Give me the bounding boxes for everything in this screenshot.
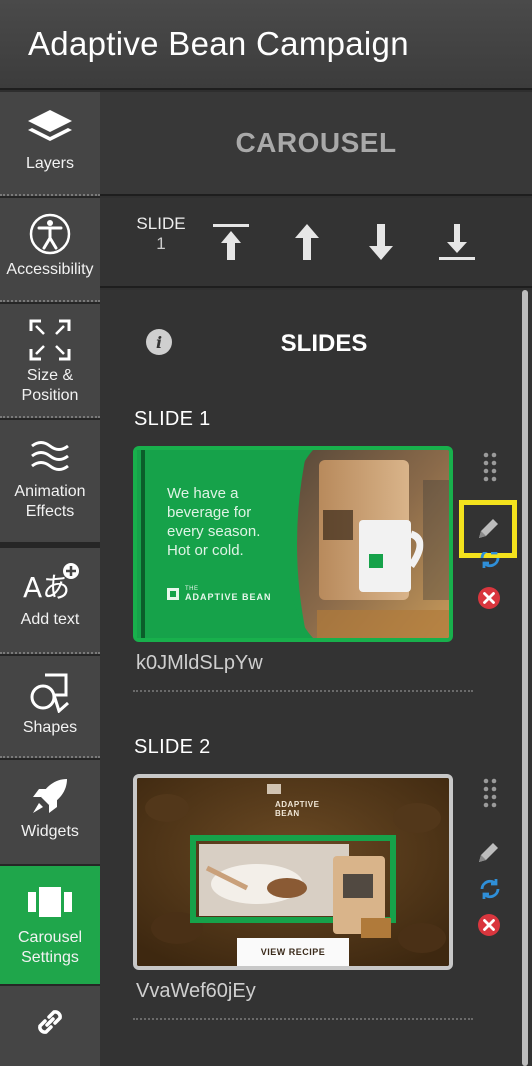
- sidebar-item-link[interactable]: [0, 986, 100, 1066]
- slide-2-refresh-button[interactable]: [475, 874, 505, 904]
- sidebar-item-layers[interactable]: Layers: [0, 92, 100, 196]
- slide-2-edit-button[interactable]: [473, 838, 503, 868]
- slide-2-delete-button[interactable]: [474, 910, 504, 940]
- sidebar-item-widgets[interactable]: Widgets: [0, 760, 100, 864]
- move-to-top-icon: [213, 224, 249, 260]
- slide-1-drag-handle[interactable]: [475, 452, 505, 482]
- sidebar-item-carousel-settings[interactable]: Carousel Settings: [0, 866, 100, 984]
- waves-icon: [30, 434, 70, 478]
- sidebar-item-label: Layers: [25, 155, 75, 172]
- move-to-bottom-icon: [439, 224, 475, 260]
- slide-2-logo: ADAPTIVE BEAN: [275, 800, 320, 818]
- slide-label: SLIDE 2: [134, 736, 211, 758]
- delete-icon: [478, 587, 500, 609]
- slide-toolbar: SLIDE 1: [100, 198, 532, 288]
- slide-indicator-number: 1: [156, 234, 166, 253]
- sidebar-item-shapes[interactable]: Shapes: [0, 656, 100, 758]
- slides-title: SLIDES: [280, 330, 368, 357]
- scrollbar[interactable]: [522, 290, 528, 1066]
- sidebar-item-label: Shapes: [22, 719, 78, 736]
- slide-thumbnail-1[interactable]: We have a beverage for every season. Hot…: [133, 446, 453, 642]
- sidebar-item-animation[interactable]: Animation Effects: [0, 420, 100, 542]
- slide-1-logo: THE ADAPTIVE BEAN: [167, 586, 272, 602]
- carousel-heading: CAROUSEL: [235, 127, 397, 158]
- slide-divider: [133, 1018, 473, 1020]
- scrollbar-thumb[interactable]: [522, 290, 528, 1066]
- main-panel: CAROUSEL SLIDE 1 i SLIDES SLIDE 1 We hav…: [100, 92, 532, 1066]
- title-bar: Adaptive Bean Campaign: [0, 0, 532, 90]
- arrow-down-icon: [369, 224, 393, 260]
- add-text-icon: Aあ: [19, 562, 81, 606]
- carousel-icon: [28, 880, 72, 924]
- slide-id: k0JMldSLpYw: [136, 652, 263, 674]
- move-down-button[interactable]: [358, 218, 404, 266]
- slide-1-edit-button[interactable]: [473, 514, 503, 544]
- slide-1-tagline: We have a beverage for every season. Hot…: [167, 485, 261, 559]
- slide-1-delete-button[interactable]: [474, 583, 504, 613]
- delete-icon: [478, 914, 500, 936]
- rocket-icon: [29, 774, 71, 818]
- resize-icon: [28, 318, 72, 362]
- move-up-button[interactable]: [284, 218, 330, 266]
- sidebar-item-label: Accessibility: [6, 261, 94, 278]
- sidebar-item-label: Add text: [20, 611, 80, 628]
- slide-divider: [133, 690, 473, 692]
- sidebar-item-label: Widgets: [21, 823, 79, 840]
- sidebar-item-size-position[interactable]: Size & Position: [0, 304, 100, 418]
- slide-2-view-recipe-button: VIEW RECIPE: [260, 947, 326, 957]
- app-title: Adaptive Bean Campaign: [28, 25, 409, 62]
- sidebar-item-label: Carousel Settings: [17, 929, 83, 966]
- refresh-icon: [480, 879, 500, 899]
- sidebar: Layers Accessibility Size & Position Ani…: [0, 92, 100, 1066]
- carousel-header: CAROUSEL: [100, 92, 532, 196]
- slide-1-refresh-button[interactable]: [475, 552, 505, 570]
- shapes-icon: [28, 670, 72, 714]
- sidebar-item-add-text[interactable]: Aあ Add text: [0, 548, 100, 654]
- arrow-up-icon: [295, 224, 319, 260]
- link-icon: [33, 1000, 67, 1044]
- slide-2-drag-handle[interactable]: [475, 778, 505, 808]
- move-to-top-button[interactable]: [208, 218, 254, 266]
- sidebar-item-label: Size & Position: [21, 367, 79, 404]
- move-to-bottom-button[interactable]: [434, 218, 480, 266]
- slide-indicator-label: SLIDE: [136, 214, 186, 233]
- slide-id: VvaWef60jEy: [136, 980, 256, 1002]
- sidebar-item-accessibility[interactable]: Accessibility: [0, 198, 100, 302]
- svg-text:Aあ: Aあ: [23, 571, 70, 604]
- current-slide-indicator: SLIDE 1: [136, 214, 186, 254]
- slide-thumbnail-2[interactable]: ADAPTIVE BEAN VIEW RECIPE: [133, 774, 453, 970]
- refresh-icon: [480, 552, 500, 568]
- accessibility-icon: [28, 212, 72, 256]
- slide-label: SLIDE 1: [134, 408, 211, 430]
- pencil-icon: [479, 843, 498, 862]
- drag-handle-icon: [483, 778, 497, 808]
- sidebar-item-label: Animation Effects: [14, 483, 86, 520]
- slides-panel: i SLIDES SLIDE 1 We have a beverage for …: [100, 290, 532, 1066]
- layers-icon: [26, 106, 74, 150]
- pencil-icon: [479, 519, 498, 538]
- drag-handle-icon: [483, 452, 497, 482]
